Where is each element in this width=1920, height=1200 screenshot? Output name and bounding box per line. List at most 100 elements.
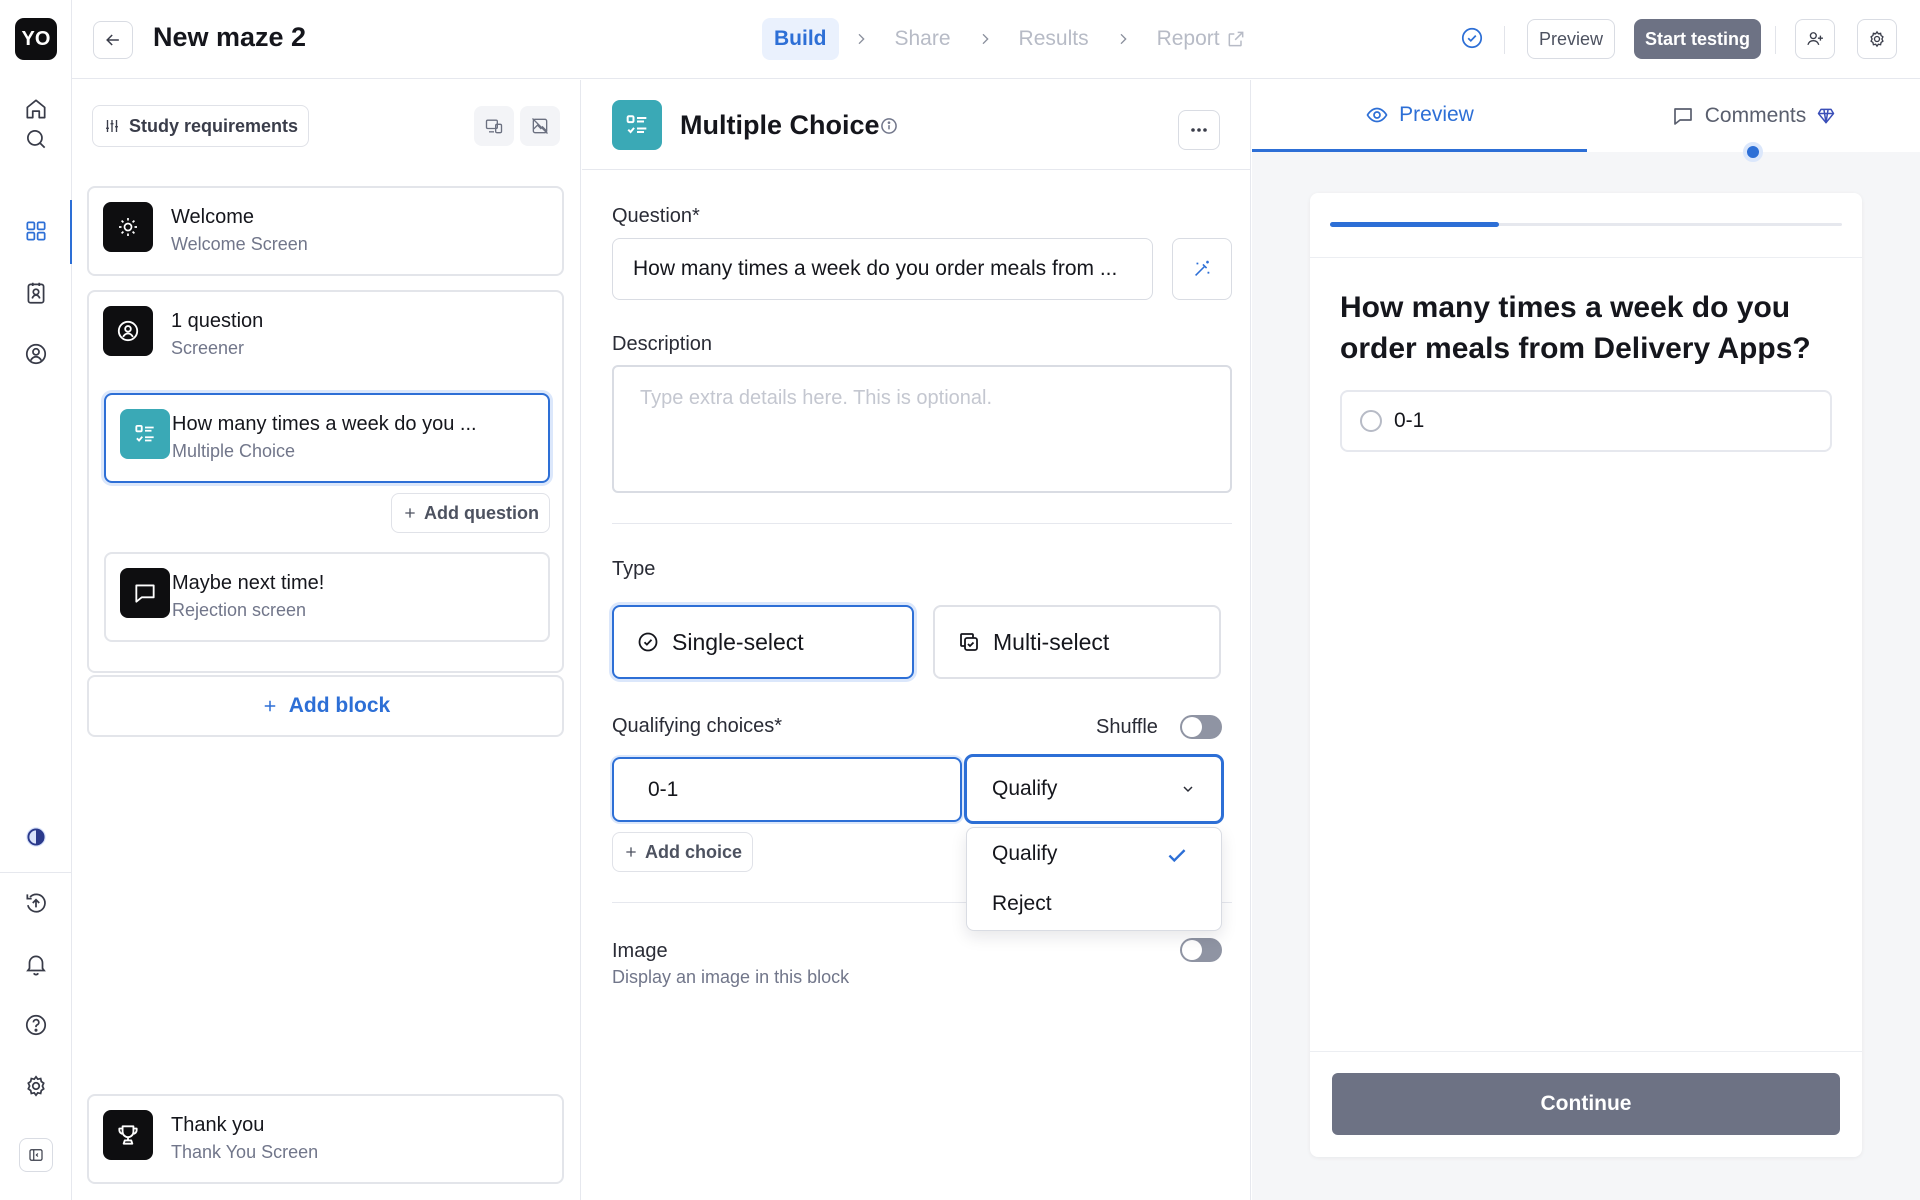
tab-preview-label: Preview (1399, 102, 1474, 126)
card-footer-divider (1310, 1051, 1862, 1052)
start-testing-button[interactable]: Start testing (1634, 19, 1762, 59)
study-requirements-label: Study requirements (129, 115, 299, 136)
list-check-icon (120, 409, 170, 459)
more-options-button[interactable] (1178, 110, 1220, 150)
add-choice-button[interactable]: Add choice (612, 832, 754, 872)
qualify-select-value: Qualify (992, 777, 1058, 800)
image-toggle[interactable] (1180, 938, 1222, 962)
continue-button[interactable]: Continue (1332, 1073, 1840, 1135)
chevron-right-icon (1120, 33, 1127, 45)
block-rejection[interactable]: Maybe next time! Rejection screen (104, 552, 550, 642)
trophy-icon (103, 1110, 153, 1160)
question-label: Question* (612, 205, 700, 227)
list-check-icon (612, 100, 662, 150)
page-title: New maze 2 (153, 22, 307, 52)
description-label: Description (612, 333, 713, 355)
preview-option[interactable]: 0-1 (1340, 390, 1832, 452)
info-icon[interactable] (879, 116, 899, 136)
block-title: Welcome (171, 206, 254, 228)
shuffle-toggle[interactable] (1180, 715, 1222, 739)
image-label: Image (612, 940, 668, 962)
image-description: Display an image in this block (612, 967, 850, 987)
step-results[interactable]: Results (1007, 18, 1101, 60)
block-subtitle: Welcome Screen (171, 234, 308, 254)
left-rail: YO (0, 0, 72, 1200)
contacts-icon[interactable] (17, 274, 55, 312)
eye-icon (1366, 107, 1388, 122)
plus-icon (405, 508, 415, 518)
preview-button[interactable]: Preview (1527, 19, 1616, 59)
saved-status-icon (1461, 27, 1483, 49)
add-question-label: Add question (424, 502, 539, 523)
preview-card: How many times a week do you order meals… (1310, 193, 1862, 1157)
invite-user-button[interactable] (1795, 19, 1835, 59)
tab-preview[interactable]: Preview (1252, 80, 1587, 152)
top-header: New maze 2 Build Share Results Report Pr… (72, 0, 1920, 79)
blocks-panel: Study requirements Welcome Welcome Scree… (72, 80, 581, 1200)
step-report-label: Report (1156, 27, 1220, 50)
chevron-right-icon (982, 33, 989, 45)
study-requirements-button[interactable]: Study requirements (92, 105, 310, 147)
upgrade-icon[interactable] (17, 884, 55, 922)
bell-icon[interactable] (17, 945, 55, 983)
workspace-logo[interactable]: YO (15, 18, 57, 60)
back-button[interactable] (93, 21, 133, 59)
description-textarea[interactable]: Type extra details here. This is optiona… (612, 365, 1232, 493)
progress-bar (1330, 222, 1842, 227)
message-icon (120, 568, 170, 618)
tab-comments-label: Comments (1704, 104, 1807, 127)
choice-input[interactable]: 0-1 (612, 757, 962, 822)
device-preview-button[interactable] (474, 106, 514, 146)
check-circle-icon (638, 632, 658, 652)
add-block-button[interactable]: Add block (87, 675, 564, 737)
shuffle-label: Shuffle (1096, 716, 1158, 738)
add-question-button[interactable]: Add question (391, 493, 550, 533)
collapse-sidebar-icon[interactable] (19, 1138, 53, 1172)
gear-icon[interactable] (17, 1067, 55, 1105)
qualify-select[interactable]: Qualify (964, 754, 1224, 824)
block-welcome[interactable]: Welcome Welcome Screen (87, 186, 564, 276)
help-icon[interactable] (17, 1006, 55, 1044)
step-share[interactable]: Share (883, 18, 963, 60)
progress-fill (1330, 222, 1499, 227)
notification-dot (1743, 142, 1763, 162)
dropdown-option-reject[interactable]: Reject (992, 892, 1052, 916)
type-label: Type (612, 558, 656, 580)
participants-icon[interactable] (17, 335, 55, 373)
comment-icon (1673, 108, 1692, 125)
preview-panel: Preview Comments How many times a week d… (1252, 80, 1920, 1200)
radio-button[interactable] (1360, 410, 1382, 432)
chevron-down-icon (1183, 786, 1193, 793)
ai-suggest-button[interactable] (1172, 238, 1232, 300)
step-build[interactable]: Build (762, 18, 839, 60)
section-divider (612, 523, 1232, 524)
card-divider (1310, 257, 1862, 258)
block-question-selected[interactable]: How many times a week do you ... Multipl… (104, 393, 550, 483)
devices-icon (485, 119, 503, 134)
block-subtitle: Thank You Screen (171, 1142, 319, 1162)
copy-check-icon (960, 633, 978, 651)
step-report[interactable]: Report (1145, 18, 1258, 60)
theme-icon[interactable] (17, 818, 55, 856)
block-subtitle: Rejection screen (172, 600, 307, 620)
sun-icon (103, 202, 153, 252)
block-thank-you[interactable]: Thank you Thank You Screen (87, 1094, 564, 1184)
screener-icon (103, 306, 153, 356)
workflow-steps: Build Share Results Report (762, 18, 1258, 60)
block-title[interactable]: 1 question (171, 310, 263, 333)
settings-button[interactable] (1857, 19, 1897, 59)
hide-images-button[interactable] (520, 106, 560, 146)
search-icon[interactable] (17, 120, 55, 158)
editor-header: Multiple Choice (582, 80, 1251, 170)
add-choice-label: Add choice (645, 841, 743, 862)
plus-icon (626, 847, 636, 857)
dropdown-option-qualify[interactable]: Qualify (992, 842, 1057, 866)
ellipsis-icon (1191, 128, 1207, 132)
question-input[interactable]: How many times a week do you order meals… (612, 238, 1153, 300)
single-select-option[interactable]: Single-select (612, 605, 914, 679)
gear-icon (1870, 30, 1884, 48)
multi-select-option[interactable]: Multi-select (933, 605, 1221, 679)
block-subtitle: Screener (171, 338, 245, 358)
header-divider (1775, 26, 1776, 54)
projects-grid-icon[interactable] (17, 212, 55, 250)
